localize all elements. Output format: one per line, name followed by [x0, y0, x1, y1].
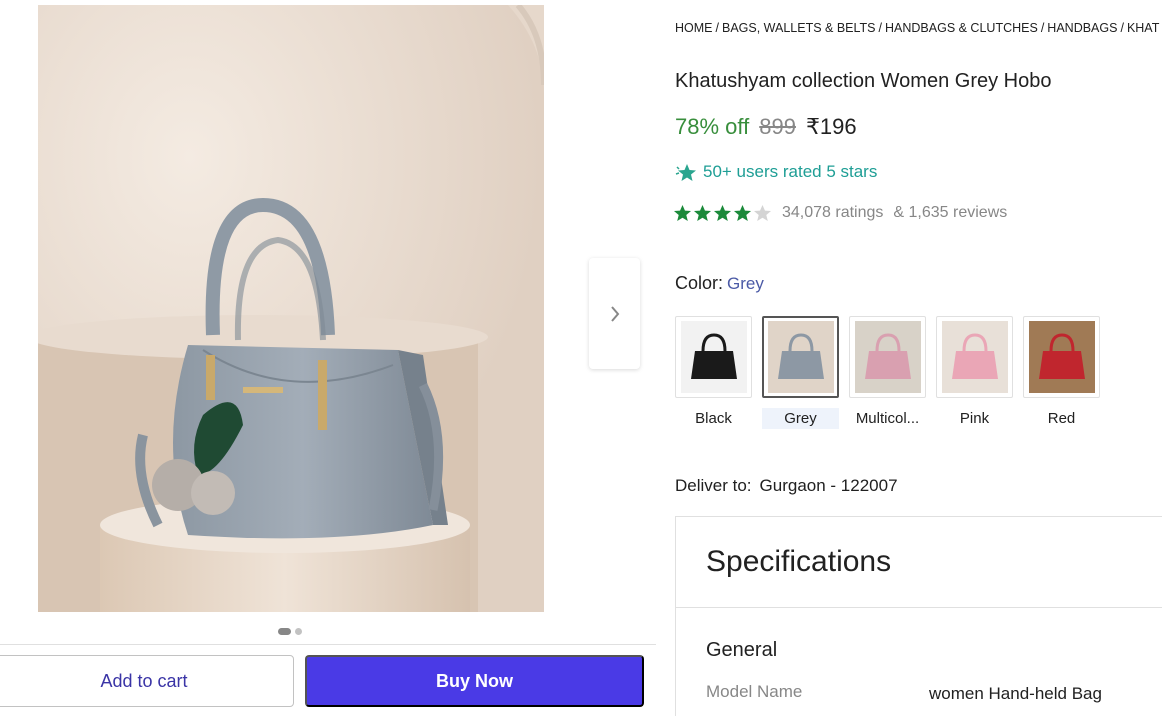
action-bar: Add to cart Buy Now [0, 644, 656, 716]
color-selector-label: Color: Grey [675, 273, 764, 294]
selling-price: ₹196 [805, 114, 857, 139]
star-filled-icon [693, 204, 712, 222]
color-option-pink[interactable]: Pink [936, 316, 1013, 429]
gallery-dot-active[interactable] [278, 628, 291, 635]
color-thumbnail [1023, 316, 1100, 398]
breadcrumb-current[interactable]: KHAT [1127, 21, 1159, 35]
original-price: 899 [759, 114, 796, 139]
star-filled-icon [713, 204, 732, 222]
reviews-count: & 1,635 reviews [893, 204, 1008, 221]
breadcrumb-handbags-clutches[interactable]: HANDBAGS & CLUTCHES [885, 21, 1038, 35]
color-label: Color: [675, 273, 724, 293]
specifications-title: Specifications [706, 545, 892, 578]
next-image-button[interactable] [589, 258, 640, 369]
delivery-location[interactable]: Gurgaon - 122007 [760, 476, 898, 495]
deliver-to-label: Deliver to: [675, 476, 752, 495]
users-rated-text: 50+ users rated 5 stars [703, 162, 878, 181]
users-rated-badge: 50+ users rated 5 stars [675, 162, 877, 182]
ratings-count: 34,078 ratings [782, 204, 884, 221]
color-option-label: Pink [959, 410, 990, 427]
divider [676, 607, 1162, 608]
bag-thumbnail-icon [680, 321, 747, 393]
price-row: 78% off 899 ₹196 [675, 114, 857, 140]
color-option-black[interactable]: Black [675, 316, 752, 429]
product-image[interactable] [38, 5, 544, 612]
star-filled-icon [733, 204, 752, 222]
color-option-multicol[interactable]: Multicol... [849, 316, 926, 429]
selected-color: Grey [727, 274, 764, 293]
star-filled-icon [673, 204, 692, 222]
color-thumbnail [936, 316, 1013, 398]
buy-now-button[interactable]: Buy Now [305, 655, 644, 707]
bag-thumbnail-icon [767, 321, 834, 393]
ratings-row[interactable]: 34,078 ratings & 1,635 reviews [673, 204, 1007, 222]
breadcrumb-home[interactable]: HOME [675, 21, 713, 35]
product-title: Khatushyam collection Women Grey Hobo [675, 70, 1052, 92]
breadcrumb-bags[interactable]: BAGS, WALLETS & BELTS [722, 21, 876, 35]
bag-thumbnail-icon [1028, 321, 1095, 393]
spec-section-general: General [706, 639, 778, 661]
color-swatches: Black Grey Multicol... Pink Red [675, 316, 1100, 429]
color-thumbnail [675, 316, 752, 398]
sparkle-star-icon [675, 164, 696, 181]
breadcrumb-handbags[interactable]: HANDBAGS [1047, 21, 1117, 35]
gallery-pagination [278, 628, 302, 635]
color-option-label: Multicol... [855, 410, 920, 427]
spec-key-model-name: Model Name [706, 682, 803, 701]
specifications-panel: Specifications General Model Name women … [675, 516, 1162, 716]
color-option-red[interactable]: Red [1023, 316, 1100, 429]
gallery-dot[interactable] [295, 628, 302, 635]
delivery-info: Deliver to: Gurgaon - 122007 [675, 476, 898, 496]
bag-thumbnail-icon [854, 321, 921, 393]
product-page: Add to cart Buy Now HOME / BAGS, WALLETS &… [0, 0, 1162, 716]
color-option-label: Black [695, 410, 732, 427]
star-empty-icon [753, 204, 772, 222]
spec-value-model-name: women Hand-held Bag [929, 684, 1102, 703]
color-thumbnail [762, 316, 839, 398]
handbag-illustration [38, 5, 544, 612]
color-option-grey[interactable]: Grey [762, 316, 839, 429]
add-to-cart-button[interactable]: Add to cart [0, 655, 294, 707]
color-option-label: Red [1047, 410, 1076, 427]
bag-thumbnail-icon [941, 321, 1008, 393]
chevron-right-icon [610, 305, 619, 322]
color-option-label: Grey [762, 408, 839, 429]
breadcrumb: HOME / BAGS, WALLETS & BELTS / HANDBAGS & CL… [675, 21, 1160, 35]
star-rating [673, 204, 772, 222]
color-thumbnail [849, 316, 926, 398]
discount-label: 78% off [675, 114, 750, 139]
